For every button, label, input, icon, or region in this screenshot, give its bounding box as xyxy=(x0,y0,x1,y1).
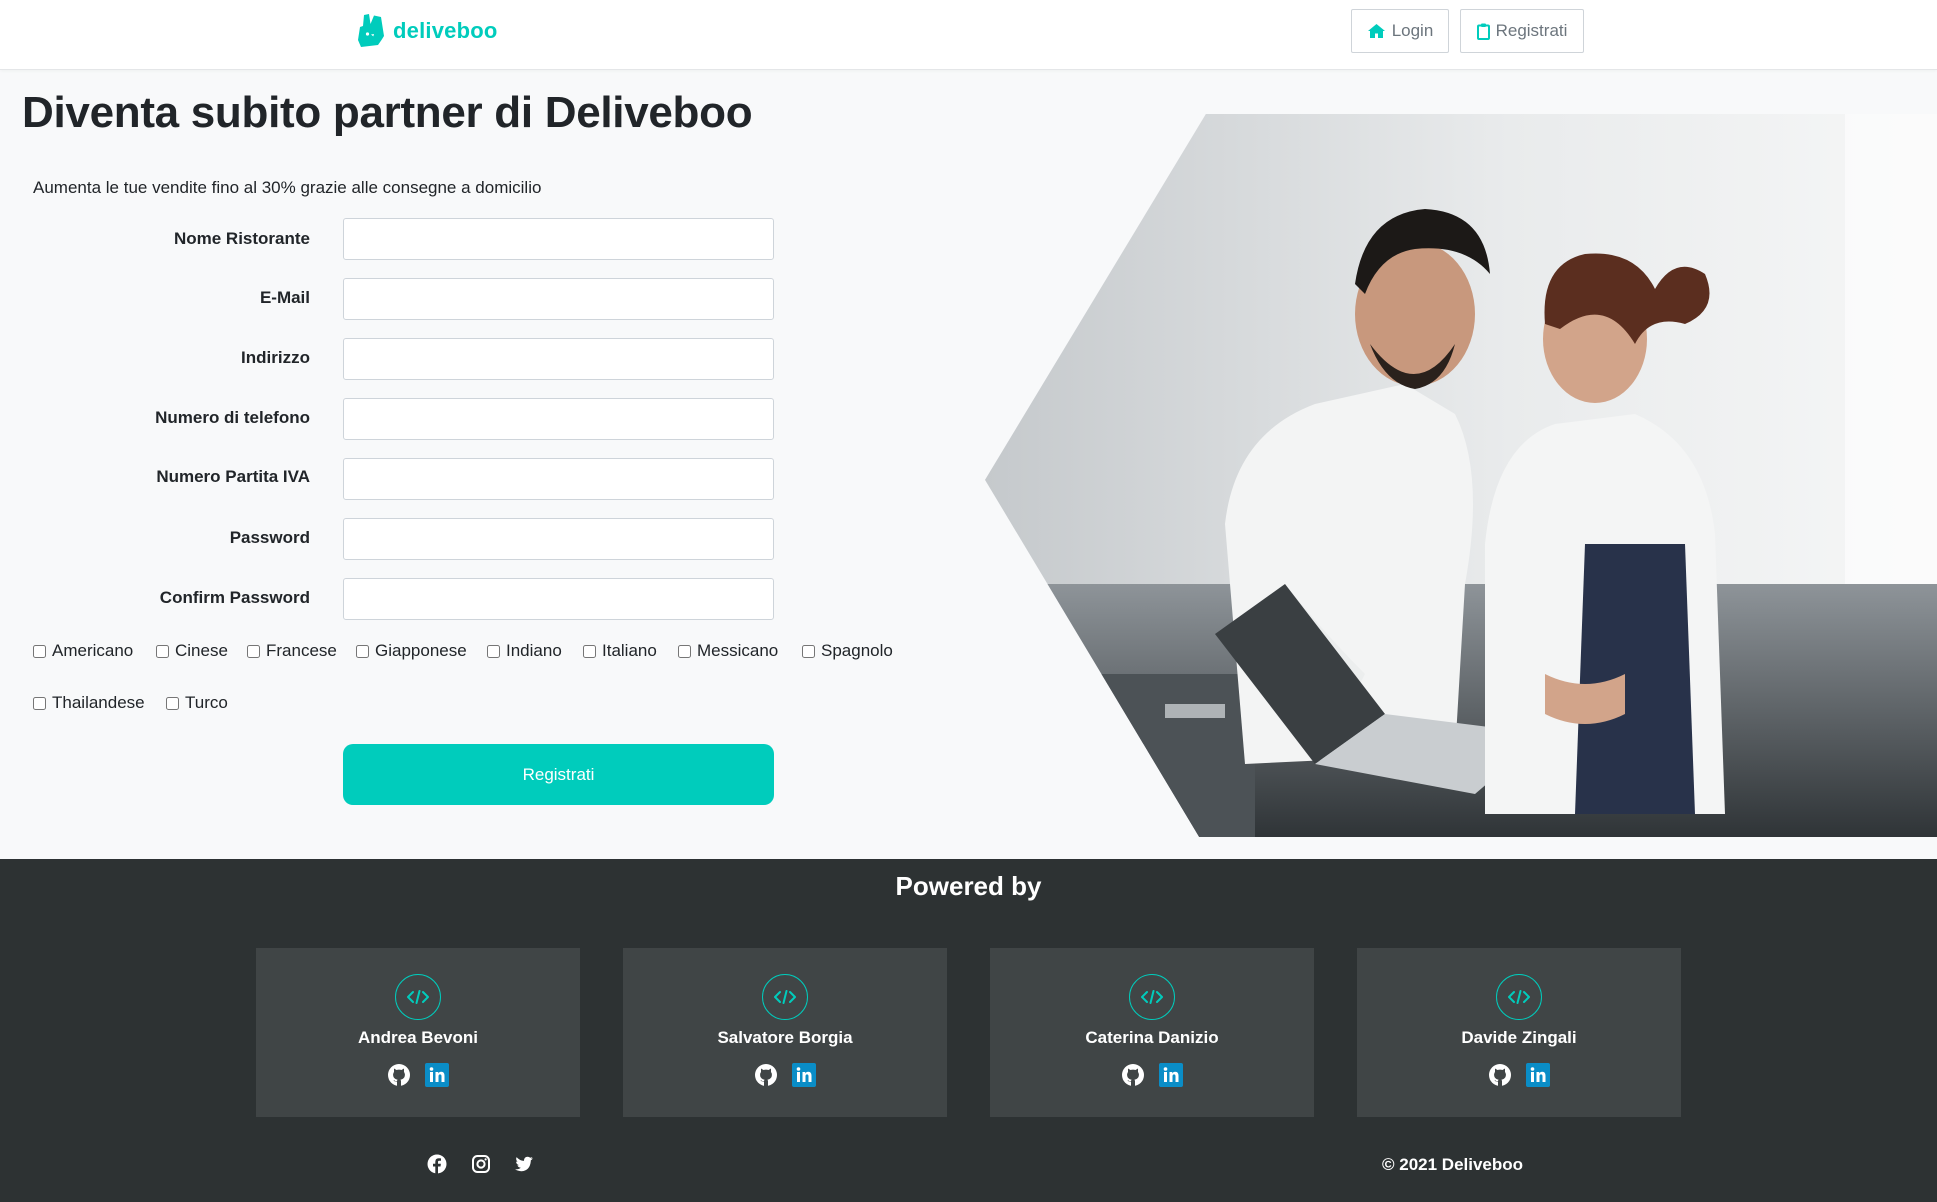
github-icon[interactable] xyxy=(1488,1063,1512,1087)
category-label: Italiano xyxy=(602,641,657,660)
category-option[interactable]: Italiano xyxy=(583,641,657,661)
confirm-password-input[interactable] xyxy=(343,578,774,620)
label-address: Indirizzo xyxy=(241,348,310,367)
password-input[interactable] xyxy=(343,518,774,560)
register-nav-button[interactable]: Registrati xyxy=(1460,9,1584,53)
category-label: Francese xyxy=(266,641,337,660)
facebook-icon[interactable] xyxy=(427,1154,447,1174)
category-label: Turco xyxy=(185,693,228,712)
code-icon xyxy=(395,974,441,1020)
brand-logo[interactable]: deliveboo xyxy=(355,14,498,47)
login-button[interactable]: Login xyxy=(1351,9,1449,53)
category-checkbox-thailandese[interactable] xyxy=(33,696,46,710)
linkedin-icon[interactable] xyxy=(1526,1063,1550,1087)
category-checkbox-giapponese[interactable] xyxy=(356,644,369,658)
category-checkbox-francese[interactable] xyxy=(247,644,260,658)
instagram-icon[interactable] xyxy=(471,1154,491,1174)
footer-heading: Powered by xyxy=(895,871,1042,901)
page-subtitle: Aumenta le tue vendite fino al 30% grazi… xyxy=(33,178,542,197)
team-member-card: Andrea Bevoni xyxy=(256,948,580,1117)
category-option[interactable]: Giapponese xyxy=(356,641,467,661)
code-icon xyxy=(1496,974,1542,1020)
email-input[interactable] xyxy=(343,278,774,320)
category-checkbox-spagnolo[interactable] xyxy=(802,644,815,658)
github-icon[interactable] xyxy=(1121,1063,1145,1087)
category-option[interactable]: Francese xyxy=(247,641,337,661)
category-option[interactable]: Americano xyxy=(33,641,133,661)
brand-name: deliveboo xyxy=(393,17,498,43)
copyright-text: © 2021 Deliveboo xyxy=(1382,1155,1524,1174)
category-label: Messicano xyxy=(697,641,779,660)
category-option[interactable]: Cinese xyxy=(156,641,228,661)
restaurant-name-input[interactable] xyxy=(343,218,774,260)
label-email: E-Mail xyxy=(259,288,310,307)
team-member-card: Salvatore Borgia xyxy=(623,948,947,1117)
category-option[interactable]: Thailandese xyxy=(33,693,145,713)
code-icon xyxy=(762,974,808,1020)
category-label: Cinese xyxy=(175,641,228,660)
page-title: Diventa subito partner di Deliveboo xyxy=(22,88,753,137)
vat-number-input[interactable] xyxy=(343,458,774,500)
category-checkbox-americano[interactable] xyxy=(33,644,46,658)
category-label: Giapponese xyxy=(375,641,467,660)
category-checkbox-turco[interactable] xyxy=(166,696,179,710)
code-icon xyxy=(1129,974,1175,1020)
category-option[interactable]: Indiano xyxy=(487,641,562,661)
team-member-card: Davide Zingali xyxy=(1357,948,1681,1117)
linkedin-icon[interactable] xyxy=(1159,1063,1183,1087)
chefs-with-laptop-illustration xyxy=(985,114,1937,837)
hero-image xyxy=(985,114,1937,837)
team-member-name: Salvatore Borgia xyxy=(717,1028,853,1047)
category-checkbox-indiano[interactable] xyxy=(487,644,500,658)
home-icon xyxy=(1367,24,1385,38)
category-checkbox-messicano[interactable] xyxy=(678,644,691,658)
label-confirm-password: Confirm Password xyxy=(159,588,310,607)
address-input[interactable] xyxy=(343,338,774,380)
category-label: Americano xyxy=(52,641,134,660)
label-phone: Numero di telefono xyxy=(155,408,310,427)
register-nav-label: Registrati xyxy=(1495,21,1568,40)
label-password: Password xyxy=(229,528,310,547)
team-member-name: Andrea Bevoni xyxy=(358,1028,478,1047)
label-vat-number: Numero Partita IVA xyxy=(156,467,310,486)
register-submit-button[interactable]: Registrati xyxy=(343,744,774,805)
top-navbar: deliveboo Login Registrati xyxy=(0,0,1937,70)
clipboard-icon xyxy=(1476,23,1490,40)
team-member-name: Davide Zingali xyxy=(1461,1028,1577,1047)
category-label: Thailandese xyxy=(52,693,145,712)
category-label: Spagnolo xyxy=(821,641,893,660)
linkedin-icon[interactable] xyxy=(425,1063,449,1087)
category-option[interactable]: Spagnolo xyxy=(802,641,893,661)
category-option[interactable]: Messicano xyxy=(678,641,778,661)
team-member-name: Caterina Danizio xyxy=(1085,1028,1219,1047)
team-member-card: Caterina Danizio xyxy=(990,948,1314,1117)
category-checkbox-italiano[interactable] xyxy=(583,644,596,658)
github-icon[interactable] xyxy=(387,1063,411,1087)
label-restaurant-name: Nome Ristorante xyxy=(173,229,310,248)
phone-input[interactable] xyxy=(343,398,774,440)
github-icon[interactable] xyxy=(754,1063,778,1087)
deliveroo-kangaroo-icon xyxy=(358,14,384,47)
login-label: Login xyxy=(1391,21,1434,40)
twitter-icon[interactable] xyxy=(514,1154,534,1174)
category-checkbox-cinese[interactable] xyxy=(156,644,169,658)
category-label: Indiano xyxy=(506,641,562,660)
category-option[interactable]: Turco xyxy=(166,693,228,713)
linkedin-icon[interactable] xyxy=(792,1063,816,1087)
